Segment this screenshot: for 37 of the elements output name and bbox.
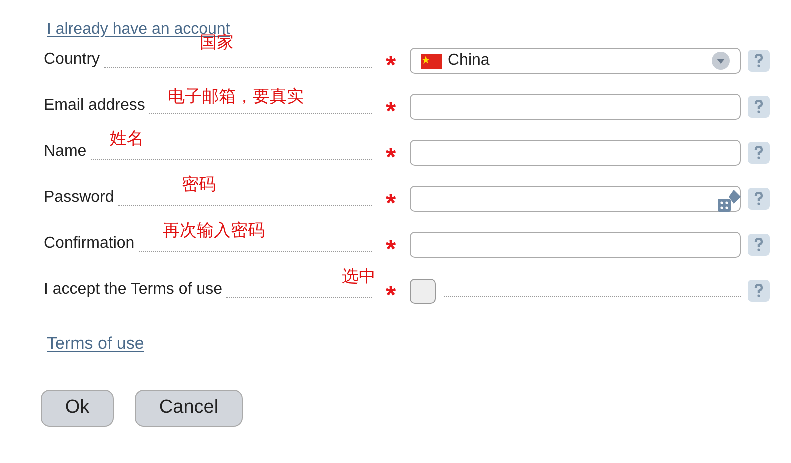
annotation-text: 再次输入密码 <box>163 220 265 242</box>
caret-icon <box>712 52 730 70</box>
help-icon[interactable] <box>748 96 770 118</box>
annotation-text: 选中 <box>342 266 376 288</box>
help-icon[interactable] <box>748 188 770 210</box>
required-mark: * <box>386 49 396 75</box>
required-mark: * <box>386 233 396 259</box>
help-icon[interactable] <box>748 50 770 72</box>
required-mark: * <box>386 279 396 305</box>
help-icon[interactable] <box>748 280 770 302</box>
cancel-button[interactable]: Cancel <box>135 390 243 427</box>
input-field[interactable] <box>410 232 741 258</box>
annotation-text: 电子邮箱，要真实 <box>168 86 304 108</box>
annotation-text: 密码 <box>182 174 216 196</box>
field-label: Country <box>44 50 100 70</box>
dice-icon[interactable] <box>718 189 742 213</box>
country-dropdown[interactable]: China <box>410 48 741 74</box>
checkbox[interactable] <box>410 278 436 304</box>
field-label: Name <box>44 142 87 162</box>
required-mark: * <box>386 95 396 121</box>
flag-icon <box>421 54 442 68</box>
field-label: I accept the Terms of use <box>44 280 222 300</box>
required-mark: * <box>386 141 396 167</box>
required-mark: * <box>386 187 396 213</box>
annotation-text: 国家 <box>200 33 234 54</box>
input-field[interactable] <box>410 94 741 120</box>
help-icon[interactable] <box>748 234 770 256</box>
dropdown-value: China <box>448 51 491 71</box>
annotation-text: 姓名 <box>110 128 144 150</box>
help-icon[interactable] <box>748 142 770 164</box>
field-label: Confirmation <box>44 234 135 254</box>
input-field[interactable] <box>410 140 741 166</box>
field-label: Password <box>44 188 114 208</box>
password-field[interactable] <box>410 186 741 212</box>
field-label: Email address <box>44 96 146 116</box>
ok-button[interactable]: Ok <box>41 390 114 427</box>
terms-link[interactable]: Terms of use <box>47 334 144 354</box>
